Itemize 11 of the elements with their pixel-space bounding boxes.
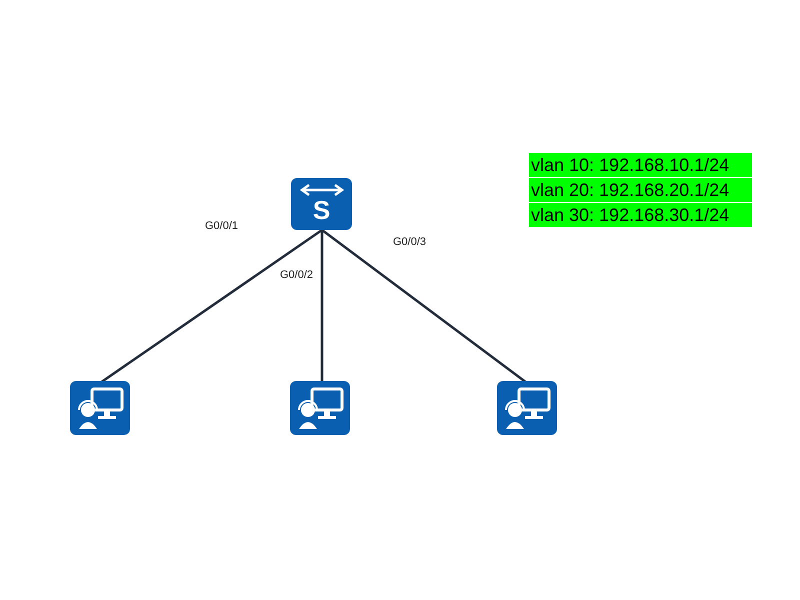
pc-user-icon xyxy=(290,381,350,435)
double-arrow-icon xyxy=(298,183,344,197)
vlan-note: vlan 20: 192.168.20.1/24 xyxy=(529,178,752,202)
pc-user-icon xyxy=(70,381,130,435)
switch-letter: S xyxy=(312,197,330,223)
vlan-note: vlan 10: 192.168.10.1/24 xyxy=(529,153,752,177)
port-label: G0/0/3 xyxy=(393,236,426,248)
pc-user-icon xyxy=(497,381,557,435)
vlan-note: vlan 30: 192.168.30.1/24 xyxy=(529,203,752,227)
port-label: G0/0/2 xyxy=(280,269,314,281)
port-label: G0/0/1 xyxy=(205,220,238,232)
